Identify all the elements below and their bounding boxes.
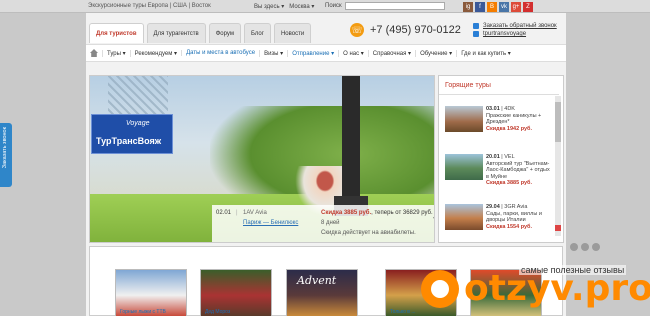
hot-tour-thumb xyxy=(445,204,483,230)
nav-departures[interactable]: Отправление ▾ xyxy=(287,49,338,57)
hot-tour-thumb xyxy=(445,154,483,180)
slider-prev-icon[interactable]: « xyxy=(433,212,434,222)
audience-tabs: Для туристов Для турагентств Форум Блог … xyxy=(89,23,312,43)
main-nav: Туры ▾ Рекомендуем ▾ Даты и места в авто… xyxy=(86,44,566,62)
hot-tour-price: Скидка 1942 руб. xyxy=(486,125,532,132)
tool-icon[interactable] xyxy=(592,243,600,251)
slide-caption: 02.01 | 1AV Avia Париж — Бенилюкс Скидка… xyxy=(212,205,434,242)
brand-logo[interactable]: Voyage ТурТрансВояж xyxy=(91,114,173,154)
hot-tours-marker xyxy=(555,225,561,231)
lamp-post-image xyxy=(342,76,360,216)
hot-tours-panel: Горящие туры 03.01 | 4DK Пражские канику… xyxy=(438,75,564,243)
card-label: Горные лыжи с ТТВ xyxy=(120,309,166,315)
zen-icon[interactable]: Z xyxy=(523,2,533,12)
nav-reference[interactable]: Справочная ▾ xyxy=(367,49,415,57)
nav-recommend[interactable]: Рекомендуем ▾ xyxy=(129,49,181,57)
hot-tours-title: Горящие туры xyxy=(445,82,491,89)
facebook-icon[interactable]: f xyxy=(475,2,485,12)
divider xyxy=(439,94,559,95)
nav-bus-dates[interactable]: Даты и места в автобусе xyxy=(181,50,259,56)
slide-separator: | xyxy=(236,210,238,216)
social-icons: ig f B vk g+ Z xyxy=(463,2,533,12)
logo-brand-text: ТурТрансВояж xyxy=(96,136,162,146)
tab-forum[interactable]: Форум xyxy=(208,23,241,43)
slide-days: 8 дней xyxy=(321,220,340,226)
card-label: Только в ... xyxy=(390,309,416,315)
hot-tour-text: Пражские каникулы + Дрезден* xyxy=(486,112,542,126)
nav-training[interactable]: Обучение ▾ xyxy=(415,49,456,57)
hero-slider[interactable]: Voyage ТурТрансВояж 02.01 | 1AV Avia Пар… xyxy=(89,75,435,243)
search-input[interactable] xyxy=(345,2,445,10)
card-advent-title: Advent xyxy=(297,274,337,287)
slide-price: Скидка 3885 руб., теперь от 36829 руб. xyxy=(321,210,433,216)
featured-card[interactable]: Горные лыжи с ТТВ xyxy=(115,269,187,316)
tab-news[interactable]: Новости xyxy=(273,23,312,43)
featured-card[interactable]: Дед Мороз xyxy=(200,269,272,316)
nav-tours[interactable]: Туры ▾ xyxy=(102,49,130,57)
search-label: Поиск xyxy=(325,3,342,9)
otzyv-logo-icon xyxy=(421,270,459,308)
search-area: Поиск xyxy=(325,2,453,11)
watermark-brand: otzyv.pro xyxy=(464,268,650,309)
hot-tour-price: Скидка 3885 руб. xyxy=(486,180,532,186)
slide-date: 02.01 xyxy=(216,210,232,216)
hot-tour-text: Сады, парки, виллы и дворцы Италии xyxy=(486,210,542,224)
callback-links: Заказать обратный звонок tpurtransvoyage xyxy=(473,22,557,38)
hot-tour-item[interactable]: 03.01 | 4DK Пражские каникулы + Дрезден*… xyxy=(445,106,553,146)
card-label: Дед Мороз xyxy=(205,309,231,315)
google-plus-icon[interactable]: g+ xyxy=(511,2,521,12)
hot-tour-item[interactable]: 20.01 | VEL Авторский тур "Вьетнам-Лаос-… xyxy=(445,154,553,194)
blogger-icon[interactable]: B xyxy=(487,2,497,12)
nav-about[interactable]: О нас ▾ xyxy=(338,49,368,57)
phone-icon: ☏ xyxy=(350,23,364,37)
logo-small-text: Voyage xyxy=(126,120,150,127)
tab-agencies[interactable]: Для турагентств xyxy=(146,23,206,43)
tab-blog[interactable]: Блог xyxy=(243,23,271,43)
featured-card[interactable]: Advent xyxy=(286,269,358,316)
hot-tour-thumb xyxy=(445,106,483,132)
top-links[interactable]: Экскурсионные туры Европа | США | Восток xyxy=(88,3,211,9)
instagram-icon[interactable]: ig xyxy=(463,2,473,12)
callback-side-tab[interactable]: Заказать звонок xyxy=(0,123,12,187)
callback-link[interactable]: Заказать обратный звонок xyxy=(473,22,557,30)
location-selector[interactable]: Вы здесь ▾ Москва ▾ xyxy=(254,3,314,10)
nav-where-to-buy[interactable]: Где и как купить ▾ xyxy=(456,49,515,57)
tool-icon[interactable] xyxy=(570,243,578,251)
nav-visas[interactable]: Визы ▾ xyxy=(259,49,287,57)
slide-route-link[interactable]: Париж — Бенилюкс xyxy=(243,220,298,226)
hot-tour-price: Скидка 1554 руб. xyxy=(486,223,532,230)
tab-tourists[interactable]: Для туристов xyxy=(89,23,144,43)
hot-tours-scrollbar[interactable] xyxy=(555,96,561,236)
watermark-logo: otzyv.pro xyxy=(421,267,650,315)
hot-tour-text: Авторский тур "Вьетнам-Лаос-Камбоджа" + … xyxy=(486,160,550,180)
slide-note: Скидка действует на авиабилеты. xyxy=(321,230,416,236)
top-bar: Экскурсионные туры Европа | США | Восток… xyxy=(0,0,650,13)
phone-number[interactable]: +7 (495) 970-0122 xyxy=(370,24,461,36)
tool-icon[interactable] xyxy=(581,243,589,251)
right-tools xyxy=(570,243,600,251)
home-icon[interactable] xyxy=(90,49,98,57)
skype-link[interactable]: tpurtransvoyage xyxy=(473,30,557,38)
hot-tour-item[interactable]: 29.04 | 3GR Avia Сады, парки, виллы и дв… xyxy=(445,204,553,244)
vk-icon[interactable]: vk xyxy=(499,2,509,12)
slide-operator: 1AV Avia xyxy=(243,210,267,216)
